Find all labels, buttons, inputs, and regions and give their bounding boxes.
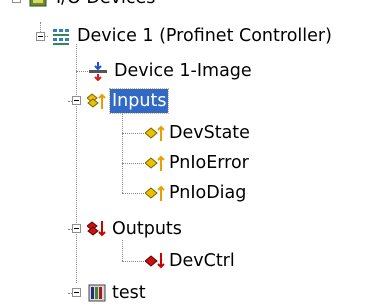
network-device-icon [53,29,69,45]
tree-item-label: Inputs [108,88,170,114]
output-variable-icon [145,253,165,269]
tree-item-label: Outputs [112,219,182,239]
expander-minus-icon[interactable] [72,224,81,233]
input-variable-icon [145,155,165,171]
expander-minus-icon[interactable] [36,32,45,41]
process-image-icon [89,62,107,81]
io-tree-view[interactable]: I/O Devices Device 1 (Profinet Controlle… [0,0,389,305]
tree-item-devctrl[interactable]: DevCtrl [0,249,389,275]
tree-item-label: test [112,283,146,303]
tree-item-outputs[interactable]: Outputs [0,217,389,243]
tree-item-test[interactable]: test [0,281,389,307]
tree-item-inputs[interactable]: Inputs [0,88,389,115]
tree-item-pniodiag[interactable]: PnIoDiag [0,181,389,207]
input-variables-icon [87,93,106,109]
module-box-icon [88,284,106,302]
tree-item-devstate[interactable]: DevState [0,121,389,147]
input-variable-icon [145,125,165,141]
io-devices-icon [29,0,47,7]
tree-item-label: DevCtrl [169,251,235,271]
tree-item-label: PnIoError [169,153,249,173]
input-variable-icon [145,185,165,201]
expander-minus-icon[interactable] [72,288,81,297]
tree-item-label: PnIoDiag [169,183,247,203]
tree-item-device-1-image[interactable]: Device 1-Image [0,58,389,84]
tree-item-label: Device 1 (Profinet Controller) [77,26,332,46]
tree-item-device-1[interactable]: Device 1 (Profinet Controller) [0,23,389,49]
tree-item-label: DevState [169,123,250,143]
tree-item-label: Device 1-Image [114,61,252,81]
expander-minus-icon[interactable] [12,0,21,3]
tree-item-io-devices[interactable]: I/O Devices [0,0,200,12]
output-variables-icon [87,221,106,237]
tree-item-pnioerror[interactable]: PnIoError [0,151,389,177]
tree-item-label: I/O Devices [54,0,157,10]
expander-minus-icon[interactable] [72,96,81,105]
